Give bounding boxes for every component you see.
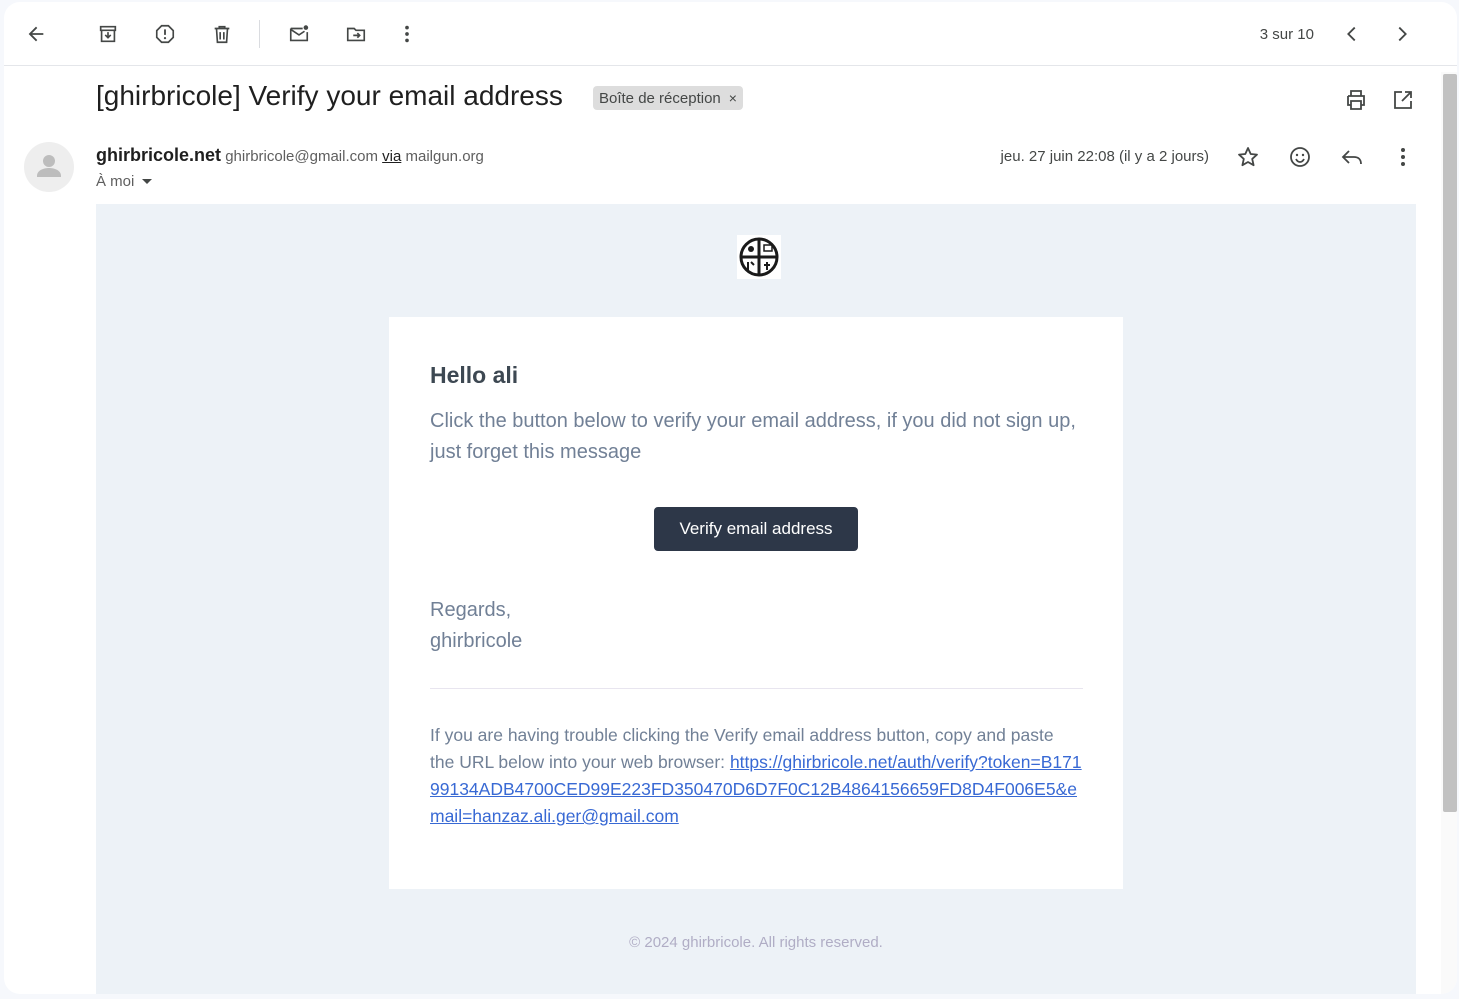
sender-avatar[interactable] xyxy=(24,142,74,192)
via-domain: mailgun.org xyxy=(405,148,484,165)
label-text: Boîte de réception xyxy=(599,89,721,107)
message-toolbar: 3 sur 10 xyxy=(4,2,1457,66)
move-to-folder-icon xyxy=(346,27,366,42)
report-spam-button[interactable] xyxy=(145,14,185,54)
star-button[interactable] xyxy=(1229,138,1267,176)
trash-icon xyxy=(214,25,230,44)
reply-button[interactable] xyxy=(1333,138,1371,176)
archive-button[interactable] xyxy=(88,14,128,54)
recipients-dropdown[interactable]: À moi xyxy=(96,173,153,190)
via-link[interactable]: via xyxy=(382,148,401,165)
signature-text: ghirbricole xyxy=(430,630,523,652)
open-in-new-window-button[interactable] xyxy=(1385,82,1421,118)
trouble-paragraph: If you are having trouble clicking the V… xyxy=(430,722,1082,830)
email-view-panel: 3 sur 10 [ghirbricole] Verify your email… xyxy=(4,2,1457,994)
open-in-new-icon xyxy=(1394,91,1412,109)
email-footer: © 2024 ghirbricole. All rights reserved. xyxy=(629,934,883,951)
verify-email-button[interactable]: Verify email address xyxy=(654,507,858,551)
mark-unread-button[interactable] xyxy=(279,14,319,54)
sign-off: Regards, ghirbricole xyxy=(430,595,522,657)
archive-icon xyxy=(99,25,117,43)
sender-email: ghirbricole@gmail.com xyxy=(225,148,378,165)
remove-label-icon[interactable]: × xyxy=(729,90,737,106)
person-icon xyxy=(37,155,61,177)
back-button[interactable] xyxy=(16,14,56,54)
message-more-button[interactable] xyxy=(1384,138,1422,176)
print-icon xyxy=(1347,90,1365,110)
email-date: jeu. 27 juin 22:08 (il y a 2 jours) xyxy=(1000,148,1209,165)
print-button[interactable] xyxy=(1338,82,1374,118)
emoji-icon xyxy=(1290,147,1310,167)
chevron-right-icon xyxy=(1398,26,1407,42)
delete-button[interactable] xyxy=(202,14,242,54)
star-icon xyxy=(1238,147,1258,167)
move-to-button[interactable] xyxy=(336,14,376,54)
toolbar-divider xyxy=(259,20,260,48)
scrollbar-thumb[interactable] xyxy=(1443,74,1457,812)
add-reaction-button[interactable] xyxy=(1281,138,1319,176)
mark-unread-icon xyxy=(289,25,309,42)
sender-line: ghirbricole.net ghirbricole@gmail.com vi… xyxy=(96,145,484,166)
more-vert-icon xyxy=(405,25,409,43)
caret-down-icon xyxy=(142,179,153,184)
inbox-label-chip[interactable]: Boîte de réception × xyxy=(593,86,743,110)
more-actions-button[interactable] xyxy=(387,14,427,54)
ghirbricole-logo xyxy=(737,235,781,279)
pager-count: 3 sur 10 xyxy=(1259,26,1314,43)
chevron-left-icon xyxy=(1347,26,1356,42)
more-vert-icon xyxy=(1401,148,1405,166)
recipients-text: À moi xyxy=(96,173,135,190)
intro-paragraph: Click the button below to verify your em… xyxy=(430,410,1076,463)
previous-message-button[interactable] xyxy=(1332,14,1372,54)
arrow-left-icon xyxy=(28,26,44,42)
sender-name[interactable]: ghirbricole.net xyxy=(96,145,221,165)
regards-text: Regards, xyxy=(430,599,512,621)
email-content-card: Hello ali Click the button below to veri… xyxy=(389,317,1123,889)
reply-icon xyxy=(1341,150,1362,165)
email-subject: [ghirbricole] Verify your email address xyxy=(96,80,563,111)
next-message-button[interactable] xyxy=(1382,14,1422,54)
greeting: Hello ali xyxy=(430,362,519,388)
content-divider xyxy=(430,688,1083,689)
report-spam-icon xyxy=(155,24,175,44)
